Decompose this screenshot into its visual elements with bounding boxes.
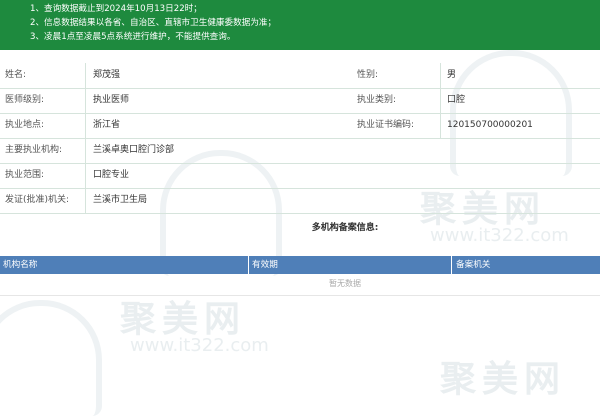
records-table-header: 机构名称 有效期 备案机关: [0, 256, 600, 274]
records-section-title: 多机构备案信息:: [311, 223, 379, 233]
column-divider: [440, 63, 441, 88]
column-header-institution: 机构名称: [3, 260, 38, 270]
cert-value: 120150700000201: [447, 120, 533, 130]
gender-label: 性别:: [357, 70, 379, 80]
category-label: 执业类别:: [357, 95, 397, 105]
column-header-validity: 有效期: [252, 260, 278, 270]
records-empty-message: 暂无数据: [329, 279, 361, 288]
location-value: 浙江省: [93, 120, 121, 130]
column-divider: [440, 88, 441, 113]
scope-label: 执业范围:: [5, 170, 45, 180]
name-value: 郑茂强: [93, 70, 121, 80]
level-label: 医师级别:: [5, 95, 45, 105]
info-row-level: 医师级别: 执业医师 执业类别: 口腔: [0, 88, 600, 114]
header-divider: [451, 256, 452, 274]
name-label: 姓名:: [5, 70, 27, 80]
column-divider: [85, 113, 86, 138]
notice-line: 3、凌晨1点至凌晨5点系统进行维护，不能提供查询。: [30, 32, 236, 42]
column-header-authority: 备案机关: [456, 260, 491, 270]
watermark-url: www.it322.com: [130, 335, 269, 356]
category-value: 口腔: [447, 95, 466, 105]
info-row-location: 执业地点: 浙江省 执业证书编码: 120150700000201: [0, 113, 600, 139]
notice-line: 1、查询数据截止到2024年10月13日22时；: [30, 4, 202, 14]
issuer-value: 兰溪市卫生局: [93, 195, 148, 205]
records-table-bottom-border: [0, 295, 600, 296]
watermark-brand: 聚美网: [440, 359, 567, 400]
cert-label: 执业证书编码:: [357, 120, 415, 130]
info-row-institution: 主要执业机构: 兰溪卓奥口腔门诊部: [0, 138, 600, 164]
info-row-scope: 执业范围: 口腔专业: [0, 163, 600, 189]
column-divider: [85, 88, 86, 113]
header-divider: [248, 256, 249, 274]
info-row-issuer: 发证(批准)机关: 兰溪市卫生局: [0, 188, 600, 214]
notice-line: 2、信息数据结果以各省、自治区、直辖市卫生健康委数据为准；: [30, 18, 277, 28]
scope-value: 口腔专业: [93, 170, 130, 180]
info-row-name: 姓名: 郑茂强 性别: 男: [0, 63, 600, 89]
watermark-brand: 聚美网: [120, 299, 247, 340]
column-divider: [85, 138, 86, 163]
level-value: 执业医师: [93, 95, 130, 105]
watermark-tooth-icon: [0, 300, 102, 416]
column-divider: [440, 113, 441, 138]
column-divider: [85, 188, 86, 213]
column-divider: [85, 163, 86, 188]
column-divider: [85, 63, 86, 88]
issuer-label: 发证(批准)机关:: [5, 195, 70, 205]
institution-label: 主要执业机构:: [5, 145, 63, 155]
institution-value: 兰溪卓奥口腔门诊部: [93, 145, 175, 155]
notice-banner: 1、查询数据截止到2024年10月13日22时； 2、信息数据结果以各省、自治区…: [0, 0, 600, 50]
location-label: 执业地点:: [5, 120, 45, 130]
gender-value: 男: [447, 70, 457, 80]
